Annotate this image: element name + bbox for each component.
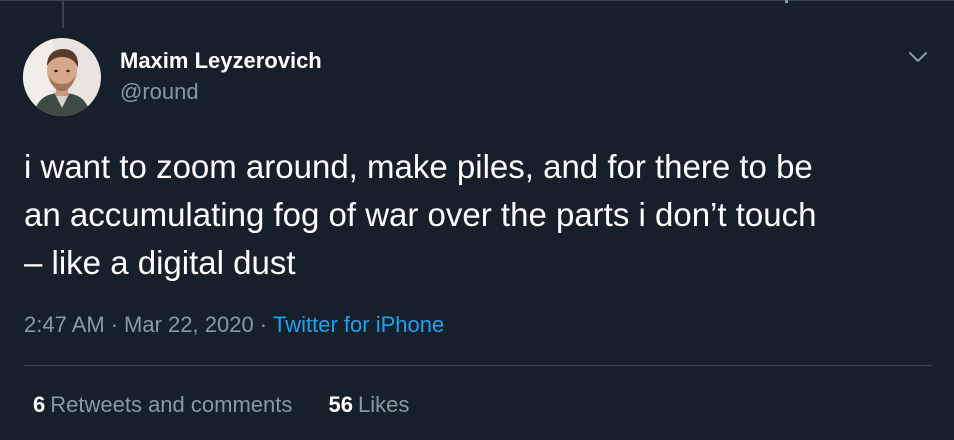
tweet-stats: 6 Retweets and comments 56 Likes (33, 391, 409, 419)
avatar[interactable] (23, 38, 101, 116)
chevron-down-icon[interactable] (908, 50, 928, 64)
tweet-meta: 2:47 AM · Mar 22, 2020 · Twitter for iPhone (24, 311, 444, 339)
retweets-stat[interactable]: 6 Retweets and comments (33, 391, 292, 419)
tweet-text: i want to zoom around, make piles, and f… (24, 148, 817, 281)
tweet-time[interactable]: 2:47 AM (24, 312, 105, 337)
likes-label: Likes (357, 392, 410, 417)
thread-connector-line (62, 0, 64, 28)
author-handle[interactable]: @round (120, 78, 199, 106)
retweets-label: Retweets and comments (50, 392, 293, 417)
likes-stat[interactable]: 56 Likes (328, 391, 409, 419)
stats-divider (24, 365, 932, 366)
tweet-detail: Maxim Leyzerovich @round i want to zoom … (0, 0, 954, 440)
retweets-count: 6 (33, 392, 46, 417)
author-name[interactable]: Maxim Leyzerovich (120, 47, 322, 75)
meta-separator: · (110, 312, 119, 337)
decorative-dot (785, 0, 788, 3)
tweet-source-link[interactable]: Twitter for iPhone (273, 312, 444, 337)
meta-separator: · (259, 312, 268, 337)
tweet-date[interactable]: Mar 22, 2020 (124, 312, 254, 337)
avatar-image (23, 38, 101, 116)
likes-count: 56 (328, 392, 353, 417)
top-divider (0, 0, 954, 1)
